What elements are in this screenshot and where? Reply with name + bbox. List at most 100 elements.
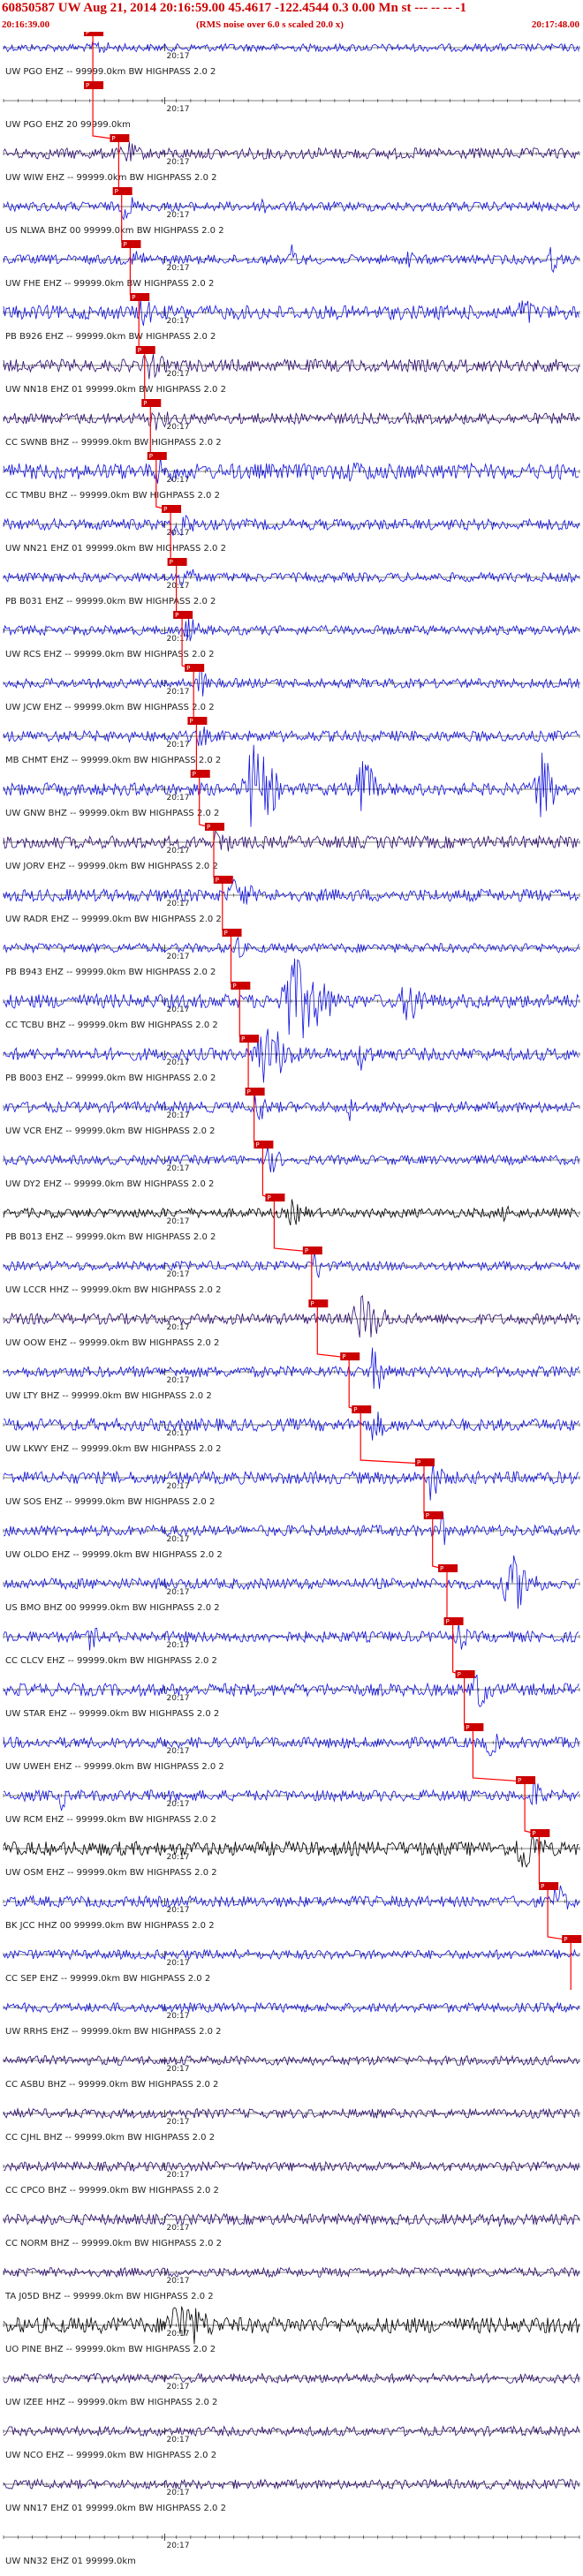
minute-tick-label: 20:17	[167, 2224, 190, 2233]
minute-tick-label: 20:17	[167, 1588, 190, 1597]
trace-43: 20:17 UO PINE BHZ -- 99999.0km BW HIGHPAS…	[3, 2306, 580, 2354]
seismogram-plot: 20:17 UW PGO EHZ -- 99999.0km BW HIGHPASS…	[3, 28, 582, 2566]
trace-39: 20:17 CC CJHL BHZ -- 99999.0km BW HIGHPAS…	[3, 2107, 580, 2143]
trace-label: UW RRHS EHZ -- 99999.0km BW HIGHPASS 2.0…	[5, 2027, 222, 2037]
minute-tick-label: 20:17	[167, 529, 190, 538]
trace-32: 20:17 UW UWEH EHZ -- 99999.0km BW HIGHPAS…	[3, 1733, 580, 1772]
minute-tick-label: 20:17	[167, 900, 190, 908]
pick-marker-label: P	[518, 1777, 521, 1784]
pick-marker-label: P	[224, 930, 228, 937]
waveform	[3, 411, 579, 431]
trace-label: CC ASBU BHZ -- 99999.0km BW HIGHPASS 2.0…	[5, 2080, 218, 2090]
trace-31: 20:17 UW STAR EHZ -- 99999.0km BW HIGHPAS…	[3, 1674, 580, 1719]
trace-24: 20:17 UW OOW EHZ -- 99999.0km BW HIGHPASS…	[3, 1294, 580, 1348]
trace-label: UW LKWY EHZ -- 99999.0km BW HIGHPASS 2.0…	[5, 1444, 222, 1454]
pick-marker-label: P	[241, 1036, 245, 1043]
trace-label: UW RADR EHZ -- 99999.0km BW HIGHPASS 2.0…	[5, 915, 222, 924]
waveform	[3, 2212, 579, 2227]
trace-label: UO PINE BHZ -- 99999.0km BW HIGHPASS 2.0…	[5, 2345, 216, 2354]
minute-tick-label: 20:17	[167, 741, 190, 749]
trace-label: TA J05D BHZ -- 99999.0km BW HIGHPASS 2.0…	[4, 2292, 214, 2301]
minute-tick-label: 20:17	[167, 1906, 190, 1915]
minute-tick-label: 20:17	[167, 1270, 190, 1279]
pick-marker-label: P	[86, 82, 89, 89]
trace-16: 20:17 UW RADR EHZ -- 99999.0km BW HIGHPAS…	[3, 878, 580, 924]
trace-label: PB B013 EHZ -- 99999.0km BW HIGHPASS 2.0…	[5, 1232, 216, 1242]
trace-8: 20:17 CC TMBU BHZ -- 99999.0km BW HIGHPAS…	[3, 456, 580, 501]
minute-tick-label: 20:17	[167, 1006, 190, 1014]
pick-marker-label: P	[186, 665, 190, 672]
pick-marker-label: P	[170, 559, 173, 566]
trace-46: 20:17 UW NN17 EHZ 01 99999.0km BW HIGHPAS…	[3, 2478, 580, 2513]
pick-marker-label: P	[232, 983, 236, 990]
minute-tick-label: 20:17	[167, 1217, 190, 1226]
trace-label: CC CJHL BHZ -- 99999.0km BW HIGHPASS 2.0…	[5, 2133, 215, 2143]
trace-29: 20:17 US BMO BHZ 00 99999.0km BW HIGHPASS…	[3, 1555, 580, 1613]
trace-22: 20:17 PB B013 EHZ -- 99999.0km BW HIGHPAS…	[3, 1199, 580, 1242]
minute-tick-label: 20:17	[167, 2330, 190, 2339]
minute-tick-label: 20:17	[167, 423, 190, 432]
minute-tick-label: 20:17	[167, 1111, 190, 1120]
pick-marker-label: P	[189, 718, 193, 725]
minute-tick-label: 20:17	[167, 1535, 190, 1544]
minute-tick-label: 20:17	[167, 1429, 190, 1438]
trace-30: 20:17 CC CLCV EHZ -- 99999.0km BW HIGHPAS…	[3, 1623, 580, 1666]
minute-tick-label: 20:17	[167, 2277, 190, 2286]
trace-label: PB B003 EHZ -- 99999.0km BW HIGHPASS 2.0…	[5, 1073, 216, 1083]
trace-label: US NLWA BHZ 00 99999.0km BW HIGHPASS 2.0…	[5, 226, 224, 236]
pick-marker-label: P	[466, 1724, 469, 1731]
minute-tick-label: 20:17	[167, 1959, 190, 1968]
waveform	[3, 141, 579, 162]
trace-21: 20:17 UW DY2 EHZ -- 99999.0km BW HIGHPASS…	[3, 1145, 580, 1189]
pick-group: PPPPPPPPPPPPPPPPPPPPPPPPPPPPPPPPPPPPP	[84, 28, 582, 1990]
trace-label: CC SWNB BHZ -- 99999.0km BW HIGHPASS 2.0…	[5, 438, 222, 448]
trace-label: UW UWEH EHZ -- 99999.0km BW HIGHPASS 2.0…	[5, 1762, 224, 1772]
trace-label: BK JCC HHZ 00 99999.0km BW HIGHPASS 2.0 …	[5, 1921, 215, 1931]
pick-marker-label: P	[417, 1459, 420, 1466]
trace-label: UW OSM EHZ -- 99999.0km BW HIGHPASS 2.0 …	[5, 1868, 217, 1878]
minute-tick-label: 20:17	[167, 794, 190, 802]
pick-marker-label: P	[426, 1512, 429, 1519]
pick-marker-label: P	[138, 347, 141, 354]
trace-label: CC TMBU BHZ -- 99999.0km BW HIGHPASS 2.0…	[5, 491, 220, 501]
minute-tick-label: 20:17	[167, 2118, 190, 2127]
pick-marker-label: P	[353, 1406, 357, 1413]
trace-label: UW LTY BHZ -- 99999.0km BW HIGHPASS 2.0 …	[5, 1391, 212, 1401]
trace-label: UW NN17 EHZ 01 99999.0km BW HIGHPASS 2.0…	[5, 2504, 226, 2513]
trace-37: 20:17 UW RRHS EHZ -- 99999.0km BW HIGHPAS…	[3, 2001, 580, 2037]
pick-marker-label: P	[216, 877, 219, 884]
pick-marker-label: P	[111, 135, 115, 142]
minute-tick-label: 20:17	[167, 158, 190, 167]
trace-label: CC TCBU BHZ -- 99999.0km BW HIGHPASS 2.0…	[5, 1021, 218, 1030]
trace-label: UW NN21 EHZ 01 99999.0km BW HIGHPASS 2.0…	[5, 544, 226, 554]
trace-label: UW NCO EHZ -- 99999.0km BW HIGHPASS 2.0 …	[5, 2451, 216, 2460]
minute-tick-label: 20:17	[167, 1694, 190, 1703]
trace-label: UW NN18 EHZ 01 99999.0km BW HIGHPASS 2.0…	[5, 385, 226, 395]
trace-label: UW OLDO EHZ -- 99999.0km BW HIGHPASS 2.0…	[5, 1550, 223, 1560]
minute-tick-label: 20:17	[167, 847, 190, 855]
trace-label: UW VCR EHZ -- 99999.0km BW HIGHPASS 2.0 …	[5, 1126, 216, 1136]
trace-7: 20:17 CC SWNB BHZ -- 99999.0km BW HIGHPAS…	[3, 411, 580, 448]
trace-1: 20:17 UW PGO EHZ 20 99999.0km	[3, 97, 580, 130]
trace-42: 20:17 TA J05D BHZ -- 99999.0km BW HIGHPAS…	[3, 2266, 580, 2301]
trace-20: 20:17 UW VCR EHZ -- 99999.0km BW HIGHPASS…	[3, 1096, 580, 1136]
trace-label: CC NORM BHZ -- 99999.0km BW HIGHPASS 2.0…	[5, 2239, 222, 2248]
start-time: 20:16:39.00	[2, 19, 50, 30]
trace-33: 20:17 UW RCM EHZ -- 99999.0km BW HIGHPASS…	[3, 1781, 580, 1825]
trace-label: US BMO BHZ 00 99999.0km BW HIGHPASS 2.0 …	[5, 1603, 220, 1613]
minute-tick-label: 20:17	[167, 2383, 190, 2391]
pick-marker-label: P	[132, 294, 135, 301]
trace-label: PB B943 EHZ -- 99999.0km BW HIGHPASS 2.0…	[5, 968, 216, 977]
waveform	[3, 1885, 579, 1909]
trace-label: UW SOS EHZ -- 99999.0km BW HIGHPASS 2.0 …	[5, 1497, 215, 1507]
pick-marker-label: P	[163, 506, 167, 513]
event-title: 60850587 UW Aug 21, 2014 20:16:59.00 45.…	[2, 1, 466, 15]
minute-tick-label: 20:17	[167, 1747, 190, 1756]
trace-label: UW LCCR HHZ -- 99999.0km BW HIGHPASS 2.0…	[5, 1285, 221, 1295]
pick-marker-label: P	[193, 771, 196, 778]
trace-label: UW JCW EHZ -- 99999.0km BW HIGHPASS 2.0 …	[5, 703, 215, 712]
arrival-line	[92, 34, 572, 1990]
trace-label: PB B926 EHZ -- 99999.0km BW HIGHPASS 2.0…	[5, 332, 216, 342]
minute-tick-label: 20:17	[167, 2012, 190, 2021]
pick-marker-label: P	[541, 1883, 544, 1890]
